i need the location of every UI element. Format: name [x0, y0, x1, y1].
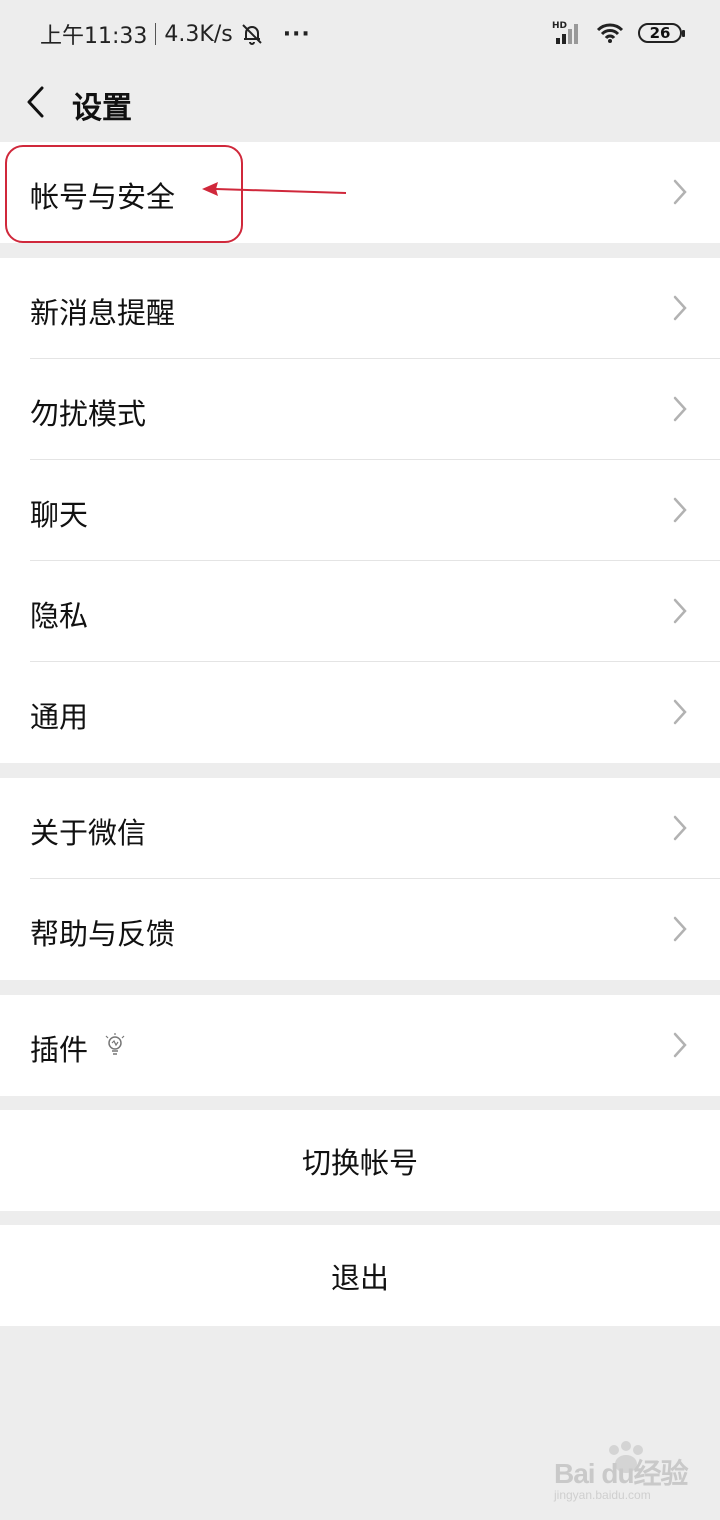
- chevron-right-icon: [673, 497, 687, 523]
- settings-item-help-feedback[interactable]: 帮助与反馈: [0, 879, 720, 980]
- settings-item-label: 勿扰模式: [30, 397, 147, 431]
- settings-item-privacy[interactable]: 隐私: [0, 561, 720, 662]
- chevron-left-icon: [27, 86, 44, 118]
- chevron-right-icon: [673, 815, 687, 841]
- settings-item-label: 新消息提醒: [30, 296, 176, 330]
- settings-item-general[interactable]: 通用: [0, 662, 720, 763]
- status-divider: [155, 23, 157, 45]
- battery-indicator: 26: [638, 23, 685, 43]
- logout-button[interactable]: 退出: [0, 1225, 720, 1326]
- clock: 上午11:33: [40, 24, 148, 49]
- switch-account-button[interactable]: 切换帐号: [0, 1110, 720, 1211]
- switch-account-group: 切换帐号: [0, 1110, 720, 1211]
- back-button[interactable]: [22, 82, 52, 122]
- settings-item-label: 关于微信: [30, 816, 147, 850]
- settings-item-account-security[interactable]: 帐号与安全: [0, 142, 720, 243]
- svg-text:HD: HD: [552, 21, 567, 31]
- chevron-right-icon: [673, 396, 687, 422]
- status-bar: 上午11:33 4.3K/s ··· HD 26: [0, 0, 720, 70]
- more-notifications-icon: ···: [282, 21, 311, 47]
- account-group: 帐号与安全: [0, 142, 720, 243]
- plugins-group: 插件: [0, 995, 720, 1096]
- network-speed: 4.3K/s: [164, 21, 233, 47]
- main-settings-group: 新消息提醒 勿扰模式 聊天 隐私 通用: [0, 258, 720, 763]
- lightbulb-icon: [105, 1033, 125, 1055]
- watermark-url: jingyan.baidu.com: [554, 1488, 651, 1502]
- watermark-brand: Bai du经验: [554, 1458, 689, 1489]
- settings-item-label: 聊天: [30, 498, 89, 532]
- settings-item-about-wechat[interactable]: 关于微信: [0, 778, 720, 879]
- chevron-right-icon: [673, 179, 687, 205]
- about-group: 关于微信 帮助与反馈: [0, 778, 720, 980]
- settings-item-new-message-alerts[interactable]: 新消息提醒: [0, 258, 720, 359]
- page-title: 设置: [72, 91, 132, 126]
- status-left: 上午11:33 4.3K/s ···: [40, 18, 311, 50]
- chevron-right-icon: [673, 699, 687, 725]
- chevron-right-icon: [673, 598, 687, 624]
- mute-bell-icon: [239, 21, 265, 47]
- logout-group: 退出: [0, 1225, 720, 1326]
- chevron-right-icon: [673, 295, 687, 321]
- settings-item-label: 隐私: [30, 599, 89, 633]
- settings-item-label: 帐号与安全: [30, 180, 176, 214]
- settings-item-label: 通用: [30, 700, 89, 734]
- settings-item-label: 帮助与反馈: [30, 917, 176, 951]
- signal-icon: HD: [552, 20, 582, 46]
- title-bar: 设置: [0, 70, 720, 140]
- settings-item-label: 插件: [30, 1033, 89, 1067]
- settings-item-do-not-disturb[interactable]: 勿扰模式: [0, 359, 720, 460]
- baidu-jingyan-watermark: Bai du经验 jingyan.baidu.com: [548, 1440, 689, 1502]
- chevron-right-icon: [673, 1032, 687, 1058]
- chevron-right-icon: [673, 916, 687, 942]
- settings-item-chat[interactable]: 聊天: [0, 460, 720, 561]
- wifi-icon: [596, 22, 624, 44]
- settings-item-plugins[interactable]: 插件: [0, 995, 720, 1096]
- status-right: HD 26: [552, 20, 685, 46]
